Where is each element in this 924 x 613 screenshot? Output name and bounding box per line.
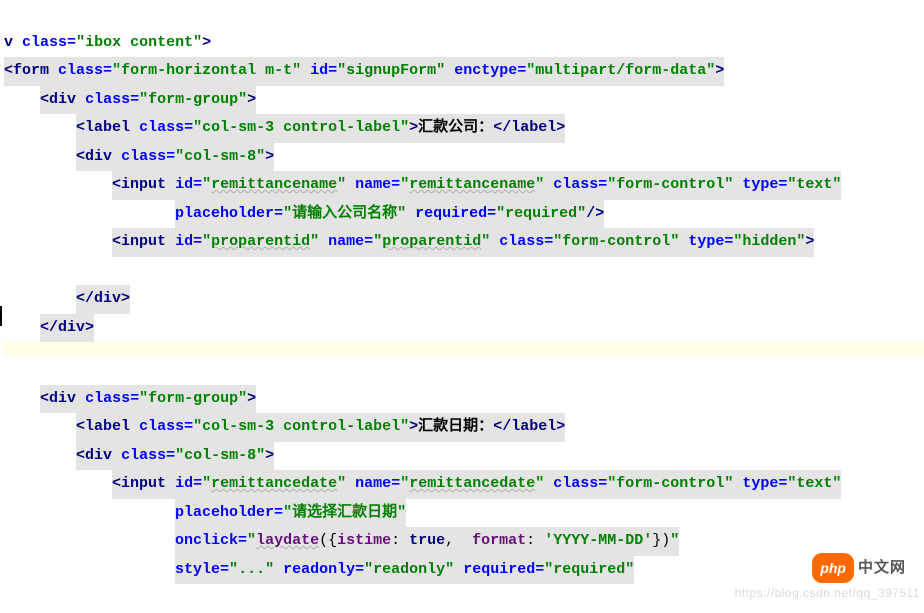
highlight-current-row bbox=[4, 342, 924, 356]
code-line: onclick="laydate({istime: true, format: … bbox=[175, 527, 679, 556]
code-line: <input id="remittancename" name="remitta… bbox=[112, 171, 841, 200]
text-cursor bbox=[0, 306, 2, 326]
code-line: placeholder="请选择汇款日期" bbox=[175, 499, 406, 528]
code-line: </div> bbox=[40, 314, 94, 343]
code-line: <input id="proparentid" name="proparenti… bbox=[112, 228, 814, 257]
code-line: </div> bbox=[76, 285, 130, 314]
code-line: <input id="remittancedate" name="remitta… bbox=[112, 470, 841, 499]
code-line-form-open: <form class="form-horizontal m-t" id="si… bbox=[4, 57, 724, 86]
code-line: <label class="col-sm-3 control-label">汇款… bbox=[76, 114, 565, 143]
code-line-partial: v class="ibox content"> bbox=[4, 34, 211, 51]
code-viewer: v class="ibox content"> <form class="for… bbox=[0, 0, 924, 613]
code-line: <div class="col-sm-8"> bbox=[76, 442, 274, 471]
csdn-watermark-url: https://blog.csdn.net/qq_397511 bbox=[735, 579, 920, 608]
code-line: <div class="form-group"> bbox=[40, 385, 256, 414]
code-line: <label class="col-sm-3 control-label">汇款… bbox=[76, 413, 565, 442]
code-line: style="..." readonly="readonly" required… bbox=[175, 556, 634, 585]
code-line: placeholder="请输入公司名称" required="required… bbox=[175, 200, 604, 229]
code-line: <div class="col-sm-8"> bbox=[76, 143, 274, 172]
code-line: <div class="form-group"> bbox=[40, 86, 256, 115]
